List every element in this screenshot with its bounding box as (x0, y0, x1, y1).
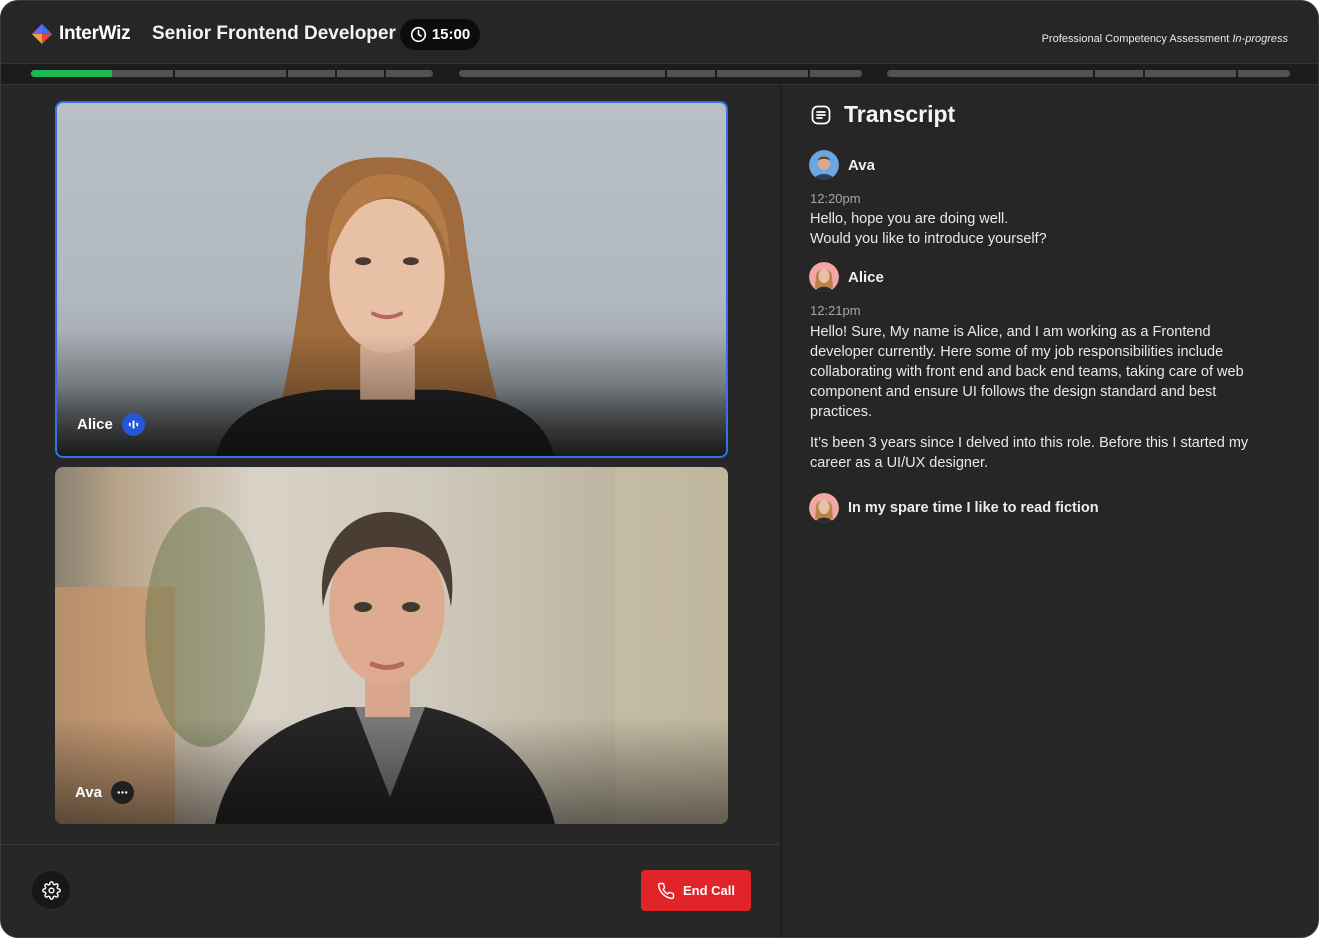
progress-segment (337, 70, 384, 77)
speaker-name: Ava (848, 156, 875, 174)
clock-icon (410, 26, 426, 43)
participant-name: Ava (75, 784, 102, 801)
transcript-header: Transcript (810, 101, 955, 128)
call-controls: End Call (1, 844, 780, 937)
message-paragraph: Hello! Sure, My name is Alice, and I am … (810, 324, 1244, 420)
brand-logo: InterWiz (31, 23, 131, 45)
gear-icon (41, 880, 61, 900)
live-message-alice: In my spare time I like to read fiction (809, 493, 1099, 523)
assessment-state: In-progress (1232, 33, 1288, 45)
more-dots-icon[interactable] (110, 781, 134, 804)
message-time: 12:21pm (810, 303, 861, 318)
timer-badge: 15:00 (400, 19, 480, 50)
settings-button[interactable] (32, 871, 70, 909)
progress-segment (288, 70, 335, 77)
progress-segment (459, 70, 665, 77)
progress-segment (1145, 70, 1236, 77)
video-tile-ava: Ava (55, 467, 728, 824)
avatar (809, 493, 839, 523)
transcript-title: Transcript (844, 101, 956, 127)
avatar (809, 150, 839, 180)
progress-segment (175, 70, 286, 77)
progress-segment (810, 70, 862, 77)
app-window: InterWiz Senior Frontend Developer 15:00… (0, 0, 1319, 938)
message-time: 12:20pm (810, 191, 861, 206)
message-header-alice: Alice (809, 262, 884, 292)
assessment-status: Professional Competency Assessment In-pr… (1042, 33, 1288, 45)
progress-segment (667, 70, 715, 77)
speaker-name: Alice (848, 268, 884, 286)
progress-segment (386, 70, 433, 77)
progress-segment (717, 70, 808, 77)
message-line: Hello, hope you are doing well. (810, 211, 1009, 227)
progress-segment (1238, 70, 1290, 77)
video-tile-alice: Alice (55, 101, 728, 458)
header: InterWiz Senior Frontend Developer 15:00… (1, 1, 1318, 65)
progress-segment (887, 70, 1093, 77)
brand-name: InterWiz (59, 23, 131, 44)
assessment-label: Professional Competency Assessment (1041, 33, 1230, 45)
message-line: Would you like to introduce yourself? (810, 231, 1047, 247)
interview-progress (1, 63, 1318, 85)
alice-video-image (57, 103, 726, 456)
end-call-label: End Call (682, 883, 735, 898)
transcript-panel: Transcript Ava 12:20pm Hello, hope you a… (782, 85, 1318, 937)
message-paragraph: It’s been 3 years since I delved into th… (810, 435, 1249, 471)
end-call-button[interactable]: End Call (641, 870, 751, 911)
message-header-ava: Ava (809, 150, 875, 180)
job-title: Senior Frontend Developer (152, 23, 396, 44)
progress-segment (31, 70, 173, 77)
participant-label-ava: Ava (75, 781, 134, 804)
participant-label-alice: Alice (77, 413, 145, 436)
ava-video-image (55, 467, 728, 824)
timer-value: 15:00 (431, 26, 471, 43)
progress-fill (31, 70, 112, 77)
interwiz-logo-icon (32, 24, 52, 44)
phone-icon (657, 882, 675, 899)
transcript-icon (811, 105, 831, 124)
progress-segment (1095, 70, 1143, 77)
message-text: Hello, hope you are doing well. Would yo… (810, 209, 1260, 249)
speaking-icon (121, 413, 145, 436)
avatar (809, 262, 839, 292)
participant-name: Alice (77, 416, 113, 433)
message-text: In my spare time I like to read fiction (848, 500, 1099, 516)
